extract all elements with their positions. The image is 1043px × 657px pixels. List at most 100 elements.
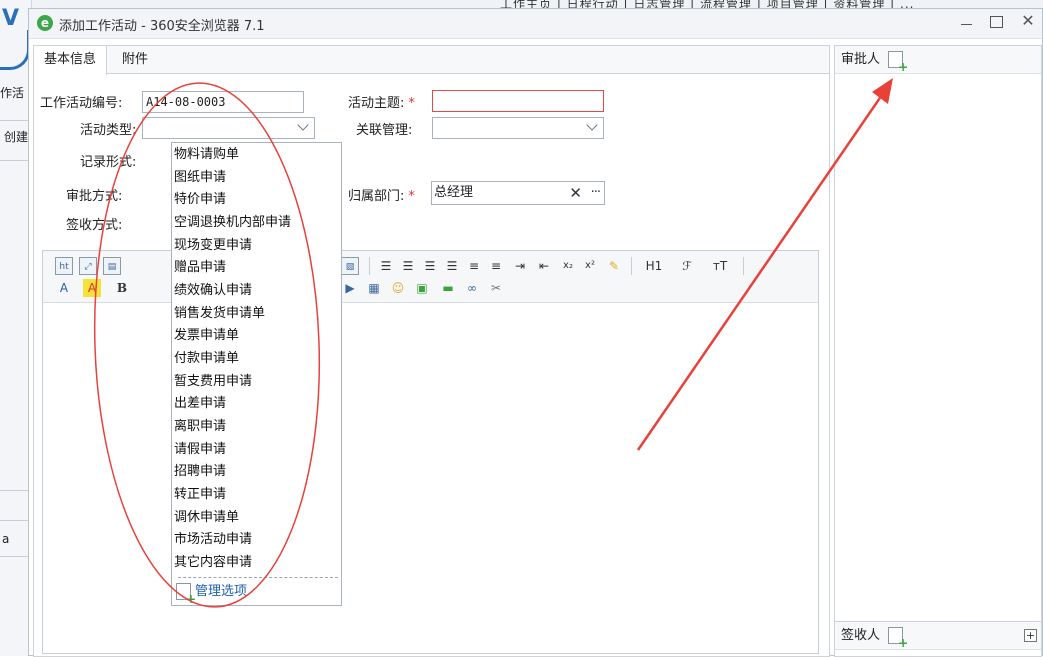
unordered-list-icon[interactable]: ≡ (487, 257, 505, 275)
code-input[interactable]: A14-08-0003 (142, 91, 304, 113)
dropdown-option[interactable]: 特价申请 (174, 189, 226, 211)
subscript-icon[interactable]: x₂ (559, 257, 577, 275)
title-bar[interactable]: e 添加工作活动 - 360安全浏览器 7.1 ✕ (29, 9, 1042, 39)
popup-window: e 添加工作活动 - 360安全浏览器 7.1 ✕ 基本信息 附件 工作活动编号… (28, 8, 1043, 657)
browser-logo-icon: e (37, 15, 53, 31)
dropdown-option[interactable]: 暂支费用申请 (174, 371, 252, 393)
related-select[interactable] (432, 117, 604, 139)
font-family-icon[interactable]: ℱ (677, 257, 697, 275)
indent-icon[interactable]: ⇥ (511, 257, 529, 275)
dropdown-option[interactable]: 市场活动申请 (174, 529, 252, 551)
insert-row-icon[interactable]: ▬ (439, 279, 457, 297)
toolbar-separator (743, 257, 744, 275)
subject-required-mark: * (408, 96, 415, 111)
subject-input[interactable] (432, 90, 604, 112)
toolbar-separator (369, 257, 370, 275)
emoticon-icon[interactable]: ☺ (389, 279, 407, 297)
add-receiver-icon[interactable] (888, 627, 908, 648)
dropdown-option[interactable]: 空调退换机内部申请 (174, 212, 291, 234)
editor-toolbar: ht ⤢ ▤ ▦ ▧ ☰ ☰ ☰ ☰ ≡ ≡ ⇥ ⇤ x₂ x² ✎ H1 ℱ (43, 251, 818, 303)
dropdown-option[interactable]: 其它内容申请 (174, 552, 252, 574)
approver-title: 审批人 (841, 52, 881, 67)
dept-required-mark: * (408, 189, 415, 204)
rich-text-editor[interactable]: ht ⤢ ▤ ▦ ▧ ☰ ☰ ☰ ☰ ≡ ≡ ⇥ ⇤ x₂ x² ✎ H1 ℱ (42, 250, 819, 654)
align-left-icon[interactable]: ☰ (377, 257, 395, 275)
tab-bar: 基本信息 附件 (34, 46, 829, 75)
font-color-icon[interactable]: A (55, 279, 73, 297)
chevron-down-icon (587, 121, 597, 131)
approver-panel: 审批人 (834, 45, 1042, 623)
align-center-icon[interactable]: ☰ (399, 257, 417, 275)
dropdown-option[interactable]: 绩效确认申请 (174, 280, 252, 302)
preview-icon[interactable]: ▤ (103, 257, 121, 275)
justify-icon[interactable]: ☰ (443, 257, 461, 275)
heading-icon[interactable]: H1 (641, 257, 667, 275)
background-curve (0, 30, 30, 70)
align-right-icon[interactable]: ☰ (421, 257, 439, 275)
dept-picker[interactable]: 总经理 ✕ ··· (431, 181, 605, 205)
image-icon[interactable]: ▣ (413, 279, 431, 297)
dropdown-option[interactable]: 招聘申请 (174, 461, 226, 483)
close-button[interactable]: ✕ (1013, 9, 1043, 35)
dropdown-option[interactable]: 调休申请单 (174, 507, 239, 529)
superscript-icon[interactable]: x² (581, 257, 599, 275)
background-text-fragment: a (2, 532, 10, 546)
maximize-button[interactable] (981, 9, 1011, 35)
chevron-down-icon (298, 121, 308, 131)
related-label: 关联管理: (356, 123, 413, 138)
tab-attachments[interactable]: 附件 (112, 46, 158, 74)
ordered-list-icon[interactable]: ≡ (465, 257, 483, 275)
subject-label-text: 活动主题: (348, 96, 405, 111)
type-label: 活动类型: (80, 123, 137, 138)
dropdown-option[interactable]: 赠品申请 (174, 257, 226, 279)
bold-icon[interactable]: B (113, 279, 131, 297)
expand-icon[interactable]: + (1024, 629, 1037, 642)
minimize-button[interactable] (951, 9, 981, 35)
clear-icon[interactable]: ✕ (569, 182, 582, 204)
font-size-icon[interactable]: ᴛT (707, 257, 733, 275)
type-dropdown-list[interactable]: 物料请购单 图纸申请 特价申请 空调退换机内部申请 现场变更申请 赠品申请 绩效… (171, 142, 342, 606)
manage-options-link[interactable]: 管理选项 (176, 581, 248, 604)
window-title: 添加工作活动 - 360安全浏览器 7.1 (59, 19, 265, 34)
receiver-header: 签收人 (835, 622, 1041, 650)
unlink-icon[interactable]: ✂ (487, 279, 505, 297)
approve-mode-label: 审批方式: (66, 189, 123, 204)
background-text-fragment: 作活 (0, 86, 25, 100)
form-panel: 基本信息 附件 工作活动编号: A14-08-0003 活动主题: * 活动类型:… (33, 45, 830, 657)
highlight-color-icon[interactable]: A (83, 279, 101, 297)
dropdown-option[interactable]: 转正申请 (174, 484, 226, 506)
media-icon[interactable]: ▶ (341, 279, 359, 297)
fullscreen-icon[interactable]: ⤢ (79, 257, 97, 275)
dropdown-option[interactable]: 图纸申请 (174, 167, 226, 189)
table-icon[interactable]: ▦ (365, 279, 383, 297)
dropdown-divider (178, 577, 338, 578)
toolbar-separator (631, 257, 632, 275)
dept-label-text: 归属部门: (348, 189, 405, 204)
background-text-fragment: 创建 (4, 130, 29, 144)
manage-options-label: 管理选项 (195, 584, 248, 599)
tab-basic-info[interactable]: 基本信息 (34, 46, 108, 75)
receiver-panel: 签收人 + (834, 621, 1042, 657)
link-icon[interactable]: ∞ (463, 279, 481, 297)
approver-header: 审批人 (835, 46, 1041, 74)
clear-format-icon[interactable]: ✎ (605, 257, 623, 275)
sign-mode-label: 签收方式: (66, 218, 123, 233)
dept-value: 总经理 (434, 185, 474, 200)
code-label: 工作活动编号: (40, 96, 123, 111)
dropdown-option[interactable]: 现场变更申请 (174, 235, 252, 257)
dropdown-option[interactable]: 销售发货申请单 (174, 303, 265, 325)
dropdown-option[interactable]: 发票申请单 (174, 325, 239, 347)
type-select[interactable] (142, 117, 315, 139)
add-file-icon (176, 583, 196, 604)
add-approver-icon[interactable] (888, 51, 908, 72)
html-source-icon[interactable]: ht (55, 257, 73, 275)
dropdown-option[interactable]: 离职申请 (174, 416, 226, 438)
dropdown-option[interactable]: 出差申请 (174, 393, 226, 415)
paste-word-icon[interactable]: ▧ (341, 257, 359, 275)
outdent-icon[interactable]: ⇤ (535, 257, 553, 275)
dropdown-option[interactable]: 请假申请 (174, 439, 226, 461)
browse-icon[interactable]: ··· (591, 182, 601, 204)
dropdown-option[interactable]: 付款申请单 (174, 348, 239, 370)
receiver-title: 签收人 (841, 628, 881, 643)
dropdown-option[interactable]: 物料请购单 (174, 144, 239, 166)
